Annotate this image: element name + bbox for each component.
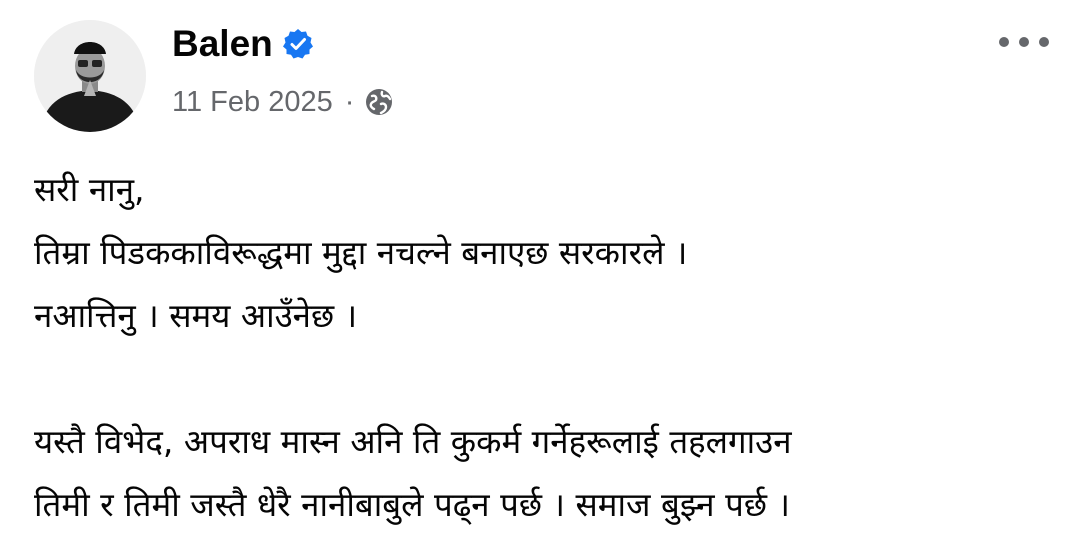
post-text: सरी नानु, तिम्रा पिडककाविरूद्धमा मुद्दा … [34,158,1074,536]
post-line: सरी नानु, [34,170,145,209]
more-options-icon [999,37,1049,47]
post-meta: 11 Feb 2025 · [172,82,394,122]
post-date[interactable]: 11 Feb 2025 [172,82,333,122]
meta-separator: · [344,86,355,118]
globe-icon [364,87,394,117]
post-line: नआत्तिनु । समय आउँनेछ । [34,296,358,335]
author-avatar[interactable] [34,20,146,132]
author-name[interactable]: Balen [172,22,273,66]
post-header: Balen 11 Feb 2025 · [0,0,1079,140]
post-line: यस्तै विभेद, अपराध मास्न अनि ति कुकर्म ग… [34,422,792,461]
author-row: Balen [172,22,315,66]
post-line-blank [34,347,1074,410]
verified-badge-icon [281,27,315,61]
more-options-button[interactable] [994,26,1054,58]
post-line: तिम्रा पिडककाविरूद्धमा मुद्दा नचल्ने बना… [34,233,688,272]
post-line: तिमी र तिमी जस्तै धेरै नानीबाबुले पढ्न प… [34,485,790,524]
